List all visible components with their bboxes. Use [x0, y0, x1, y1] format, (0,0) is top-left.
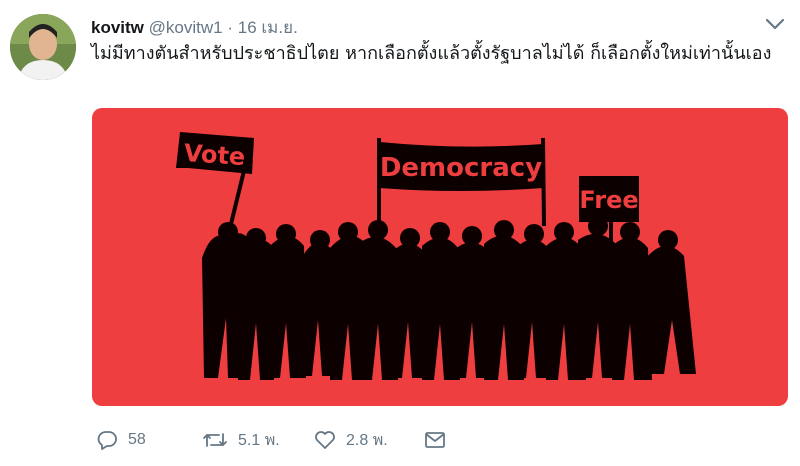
- retweet-icon: [203, 433, 227, 447]
- like-icon: [315, 431, 335, 449]
- protest-illustration: Vote Democracy Free: [176, 132, 696, 380]
- tweet-header: kovitw @kovitw1 · 16 เม.ย.: [91, 14, 298, 41]
- message-icon: [425, 432, 445, 448]
- vote-sign-text: Vote: [183, 139, 246, 171]
- avatar[interactable]: [10, 14, 76, 80]
- tweet-text: ไม่มีทางตันสำหรับประชาธิปไตย หากเลือกตั้…: [91, 43, 772, 64]
- message-button[interactable]: [424, 428, 456, 452]
- display-name[interactable]: kovitw: [91, 18, 144, 37]
- reply-icon: [97, 431, 117, 450]
- avatar-photo: [10, 14, 76, 80]
- handle[interactable]: @kovitw1: [149, 18, 223, 37]
- free-sign-text: Free: [579, 186, 638, 214]
- banner-pole-right: [541, 137, 546, 227]
- like-count: 2.8 พ.: [346, 431, 388, 449]
- separator: ·: [227, 18, 233, 37]
- reply-count: 58: [128, 431, 146, 448]
- democracy-sign-text: Democracy: [380, 153, 542, 183]
- like-button[interactable]: 2.8 พ.: [314, 428, 388, 452]
- tweet-date[interactable]: 16 เม.ย.: [238, 18, 298, 37]
- reply-button[interactable]: 58: [96, 428, 146, 452]
- retweet-button[interactable]: 5.1 พ.: [202, 428, 280, 452]
- tweet-image[interactable]: Vote Democracy Free: [92, 108, 788, 406]
- crowd-silhouettes: [202, 216, 696, 380]
- retweet-count: 5.1 พ.: [238, 431, 280, 449]
- tweet-actions: 58 5.1 พ. 2.8 พ.: [92, 428, 492, 452]
- chevron-down-icon[interactable]: [764, 16, 786, 32]
